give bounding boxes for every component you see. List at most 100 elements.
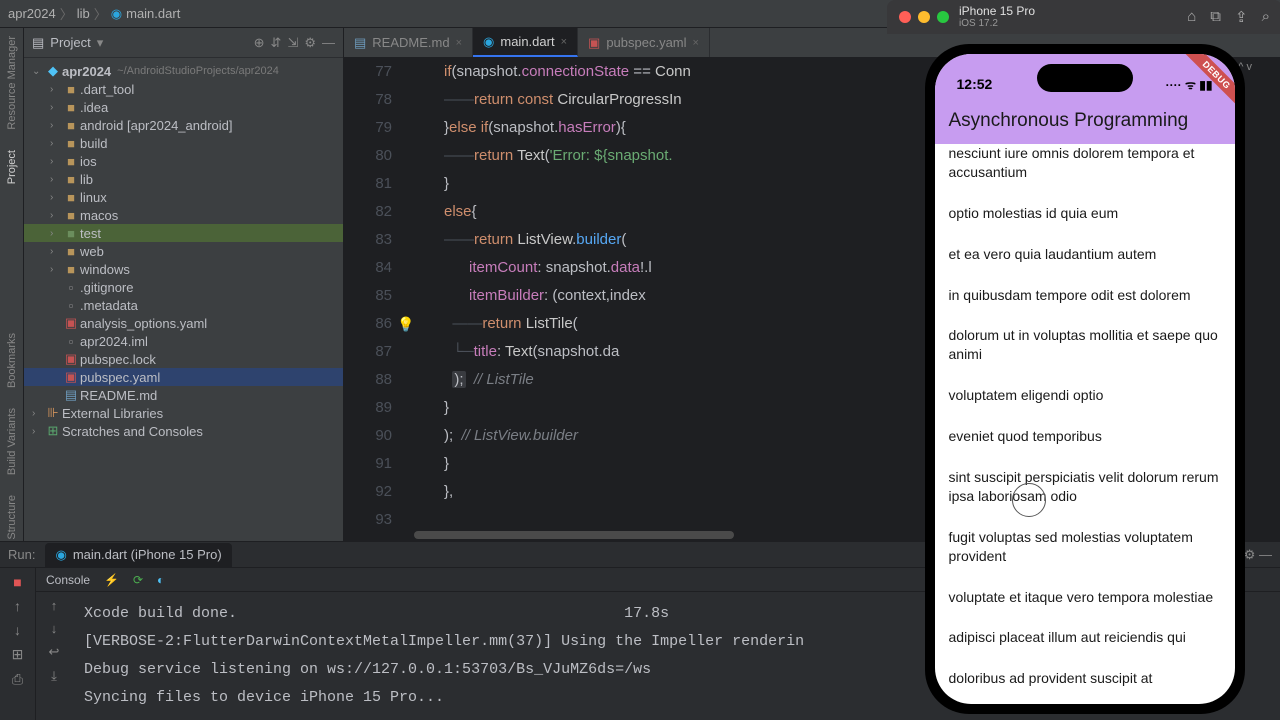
breadcrumb-file[interactable]: main.dart bbox=[126, 6, 180, 21]
tree-item[interactable]: ›■.dart_tool bbox=[24, 80, 343, 98]
app-list[interactable]: nesciunt iure omnis dolorem tempora et a… bbox=[935, 144, 1235, 704]
hot-restart-icon[interactable]: ⟳ bbox=[133, 573, 143, 587]
scroll-icon[interactable]: ⤓ bbox=[51, 668, 57, 684]
console-tab[interactable]: Console bbox=[46, 573, 90, 587]
list-item[interactable]: adipisci placeat illum aut reiciendis qu… bbox=[949, 617, 1221, 658]
layout-icon[interactable]: ⊞ bbox=[12, 646, 24, 663]
run-tab[interactable]: ◉ main.dart (iPhone 15 Pro) bbox=[45, 543, 231, 567]
arrow-icon[interactable]: › bbox=[50, 138, 62, 149]
collapse-icon[interactable]: ⇲ bbox=[287, 35, 298, 51]
list-item[interactable]: eveniet quod temporibus bbox=[949, 416, 1221, 457]
tree-item[interactable]: ▣pubspec.yaml bbox=[24, 368, 343, 386]
close-icon[interactable]: × bbox=[561, 36, 567, 48]
tree-item[interactable]: ›■linux bbox=[24, 188, 343, 206]
list-item[interactable]: nesciunt iure omnis dolorem tempora et a… bbox=[949, 144, 1221, 193]
list-item[interactable]: et ea vero quia laudantium autem bbox=[949, 234, 1221, 275]
hot-reload-icon[interactable]: ⚡ bbox=[104, 573, 119, 587]
tree-item[interactable]: ▫.gitignore bbox=[24, 278, 343, 296]
gutter[interactable]: 77787980818283848586💡87888990919293 bbox=[344, 58, 404, 529]
tree-item[interactable]: ▫.metadata bbox=[24, 296, 343, 314]
editor-tab[interactable]: ▤README.md× bbox=[344, 28, 473, 57]
breadcrumb[interactable]: apr2024 〉 lib 〉 ◉ main.dart bbox=[8, 4, 180, 23]
tree-scratches[interactable]: › ⊞ Scratches and Consoles bbox=[24, 422, 343, 440]
tree-item[interactable]: ›■test bbox=[24, 224, 343, 242]
rail-project[interactable]: Project bbox=[6, 150, 18, 184]
maximize-button[interactable] bbox=[937, 11, 949, 23]
rail-build-variants[interactable]: Build Variants bbox=[6, 408, 18, 475]
tree-item[interactable]: ›■lib bbox=[24, 170, 343, 188]
list-item[interactable]: voluptate et itaque vero tempora molesti… bbox=[949, 577, 1221, 618]
arrow-icon[interactable]: › bbox=[32, 408, 44, 419]
arrow-icon[interactable]: › bbox=[50, 174, 62, 185]
arrow-icon[interactable]: › bbox=[50, 210, 62, 221]
list-item[interactable]: in quibusdam tempore odit est dolorem bbox=[949, 275, 1221, 316]
simulator-titlebar[interactable]: iPhone 15 Pro iOS 17.2 ⌂ ⧉ ⇪ ⌕ bbox=[887, 0, 1280, 34]
tree-item[interactable]: ›■web bbox=[24, 242, 343, 260]
tree-item[interactable]: ›■android [apr2024_android] bbox=[24, 116, 343, 134]
tree-item[interactable]: ▤README.md bbox=[24, 386, 343, 404]
settings-icon[interactable]: ⚙ bbox=[304, 35, 316, 51]
arrow-icon[interactable]: › bbox=[50, 120, 62, 131]
tree-item[interactable]: ›■.idea bbox=[24, 98, 343, 116]
tree-root[interactable]: ⌄ ◆ apr2024 ~/AndroidStudioProjects/apr2… bbox=[24, 62, 343, 80]
print-icon[interactable]: ⎙ bbox=[12, 671, 23, 688]
devtools-icon[interactable]: ◐ bbox=[157, 573, 164, 587]
tree-item[interactable]: ▫apr2024.iml bbox=[24, 332, 343, 350]
list-item[interactable]: optio molestias id quia eum bbox=[949, 193, 1221, 234]
close-icon[interactable]: × bbox=[693, 37, 699, 49]
editor-tab[interactable]: ◉main.dart× bbox=[473, 28, 578, 57]
tree-item[interactable]: ›■macos bbox=[24, 206, 343, 224]
tree-item[interactable]: ›■ios bbox=[24, 152, 343, 170]
folder-icon: ■ bbox=[62, 208, 80, 223]
tree-item[interactable]: ▣analysis_options.yaml bbox=[24, 314, 343, 332]
arrow-icon[interactable]: ⌄ bbox=[32, 66, 44, 77]
tree-item[interactable]: ›■build bbox=[24, 134, 343, 152]
arrow-icon[interactable]: › bbox=[50, 102, 62, 113]
list-item[interactable]: dolorum ut in voluptas mollitia et saepe… bbox=[949, 315, 1221, 375]
list-item[interactable]: sint suscipit perspiciatis velit dolorum… bbox=[949, 457, 1221, 517]
expand-icon[interactable]: ⇵ bbox=[271, 35, 282, 51]
arrow-icon[interactable]: › bbox=[50, 246, 62, 257]
project-title[interactable]: ▤ Project ▾ bbox=[32, 35, 103, 51]
arrow-icon[interactable]: › bbox=[50, 156, 62, 167]
folder-icon: ■ bbox=[62, 262, 80, 277]
arrow-icon[interactable]: › bbox=[50, 264, 62, 275]
arrow-icon[interactable]: › bbox=[50, 192, 62, 203]
breadcrumb-folder[interactable]: lib bbox=[77, 6, 90, 21]
close-button[interactable] bbox=[899, 11, 911, 23]
wrap-icon[interactable]: ↩ bbox=[49, 644, 60, 660]
phone-frame: DEBUG 12:52 ···· ᯤ ▮▮ Asynchronous Progr… bbox=[925, 44, 1245, 714]
close-icon[interactable]: × bbox=[456, 37, 462, 49]
list-item[interactable]: doloribus ad provident suscipit at bbox=[949, 658, 1221, 699]
arrow-icon[interactable]: › bbox=[50, 84, 62, 95]
hide-icon[interactable]: — bbox=[322, 35, 335, 51]
search-icon[interactable]: ⌕ bbox=[1262, 8, 1270, 26]
down-icon[interactable]: ↓ bbox=[14, 622, 21, 638]
arrow-icon[interactable]: › bbox=[50, 228, 62, 239]
stop-button[interactable]: ■ bbox=[13, 574, 21, 590]
tree-item[interactable]: ▣pubspec.lock bbox=[24, 350, 343, 368]
share-icon[interactable]: ⇪ bbox=[1235, 8, 1248, 26]
rail-structure[interactable]: Structure bbox=[6, 495, 18, 540]
up-arrow-icon[interactable]: ↑ bbox=[51, 598, 58, 613]
list-item[interactable]: fugit voluptas sed molestias voluptatem … bbox=[949, 517, 1221, 577]
yaml-icon: ▣ bbox=[588, 35, 600, 51]
down-arrow-icon[interactable]: ↓ bbox=[51, 621, 58, 636]
rail-resource-manager[interactable]: Resource Manager bbox=[6, 36, 18, 130]
home-icon[interactable]: ⌂ bbox=[1187, 8, 1196, 26]
left-rail-bottom: Bookmarks Build Variants Structure bbox=[0, 333, 24, 540]
tree-item[interactable]: ›■windows bbox=[24, 260, 343, 278]
locate-icon[interactable]: ⊕ bbox=[254, 35, 265, 51]
project-tree[interactable]: ⌄ ◆ apr2024 ~/AndroidStudioProjects/apr2… bbox=[24, 58, 343, 541]
minimize-button[interactable] bbox=[918, 11, 930, 23]
tree-label: macos bbox=[80, 208, 118, 223]
phone-screen[interactable]: DEBUG 12:52 ···· ᯤ ▮▮ Asynchronous Progr… bbox=[935, 54, 1235, 704]
rail-bookmarks[interactable]: Bookmarks bbox=[6, 333, 18, 388]
up-icon[interactable]: ↑ bbox=[14, 598, 21, 614]
editor-tab[interactable]: ▣pubspec.yaml× bbox=[578, 28, 710, 57]
arrow-icon[interactable]: › bbox=[32, 426, 44, 437]
breadcrumb-root[interactable]: apr2024 bbox=[8, 6, 56, 21]
tree-external-libs[interactable]: › ⊪ External Libraries bbox=[24, 404, 343, 422]
screenshot-icon[interactable]: ⧉ bbox=[1210, 8, 1221, 26]
list-item[interactable]: voluptatem eligendi optio bbox=[949, 375, 1221, 416]
